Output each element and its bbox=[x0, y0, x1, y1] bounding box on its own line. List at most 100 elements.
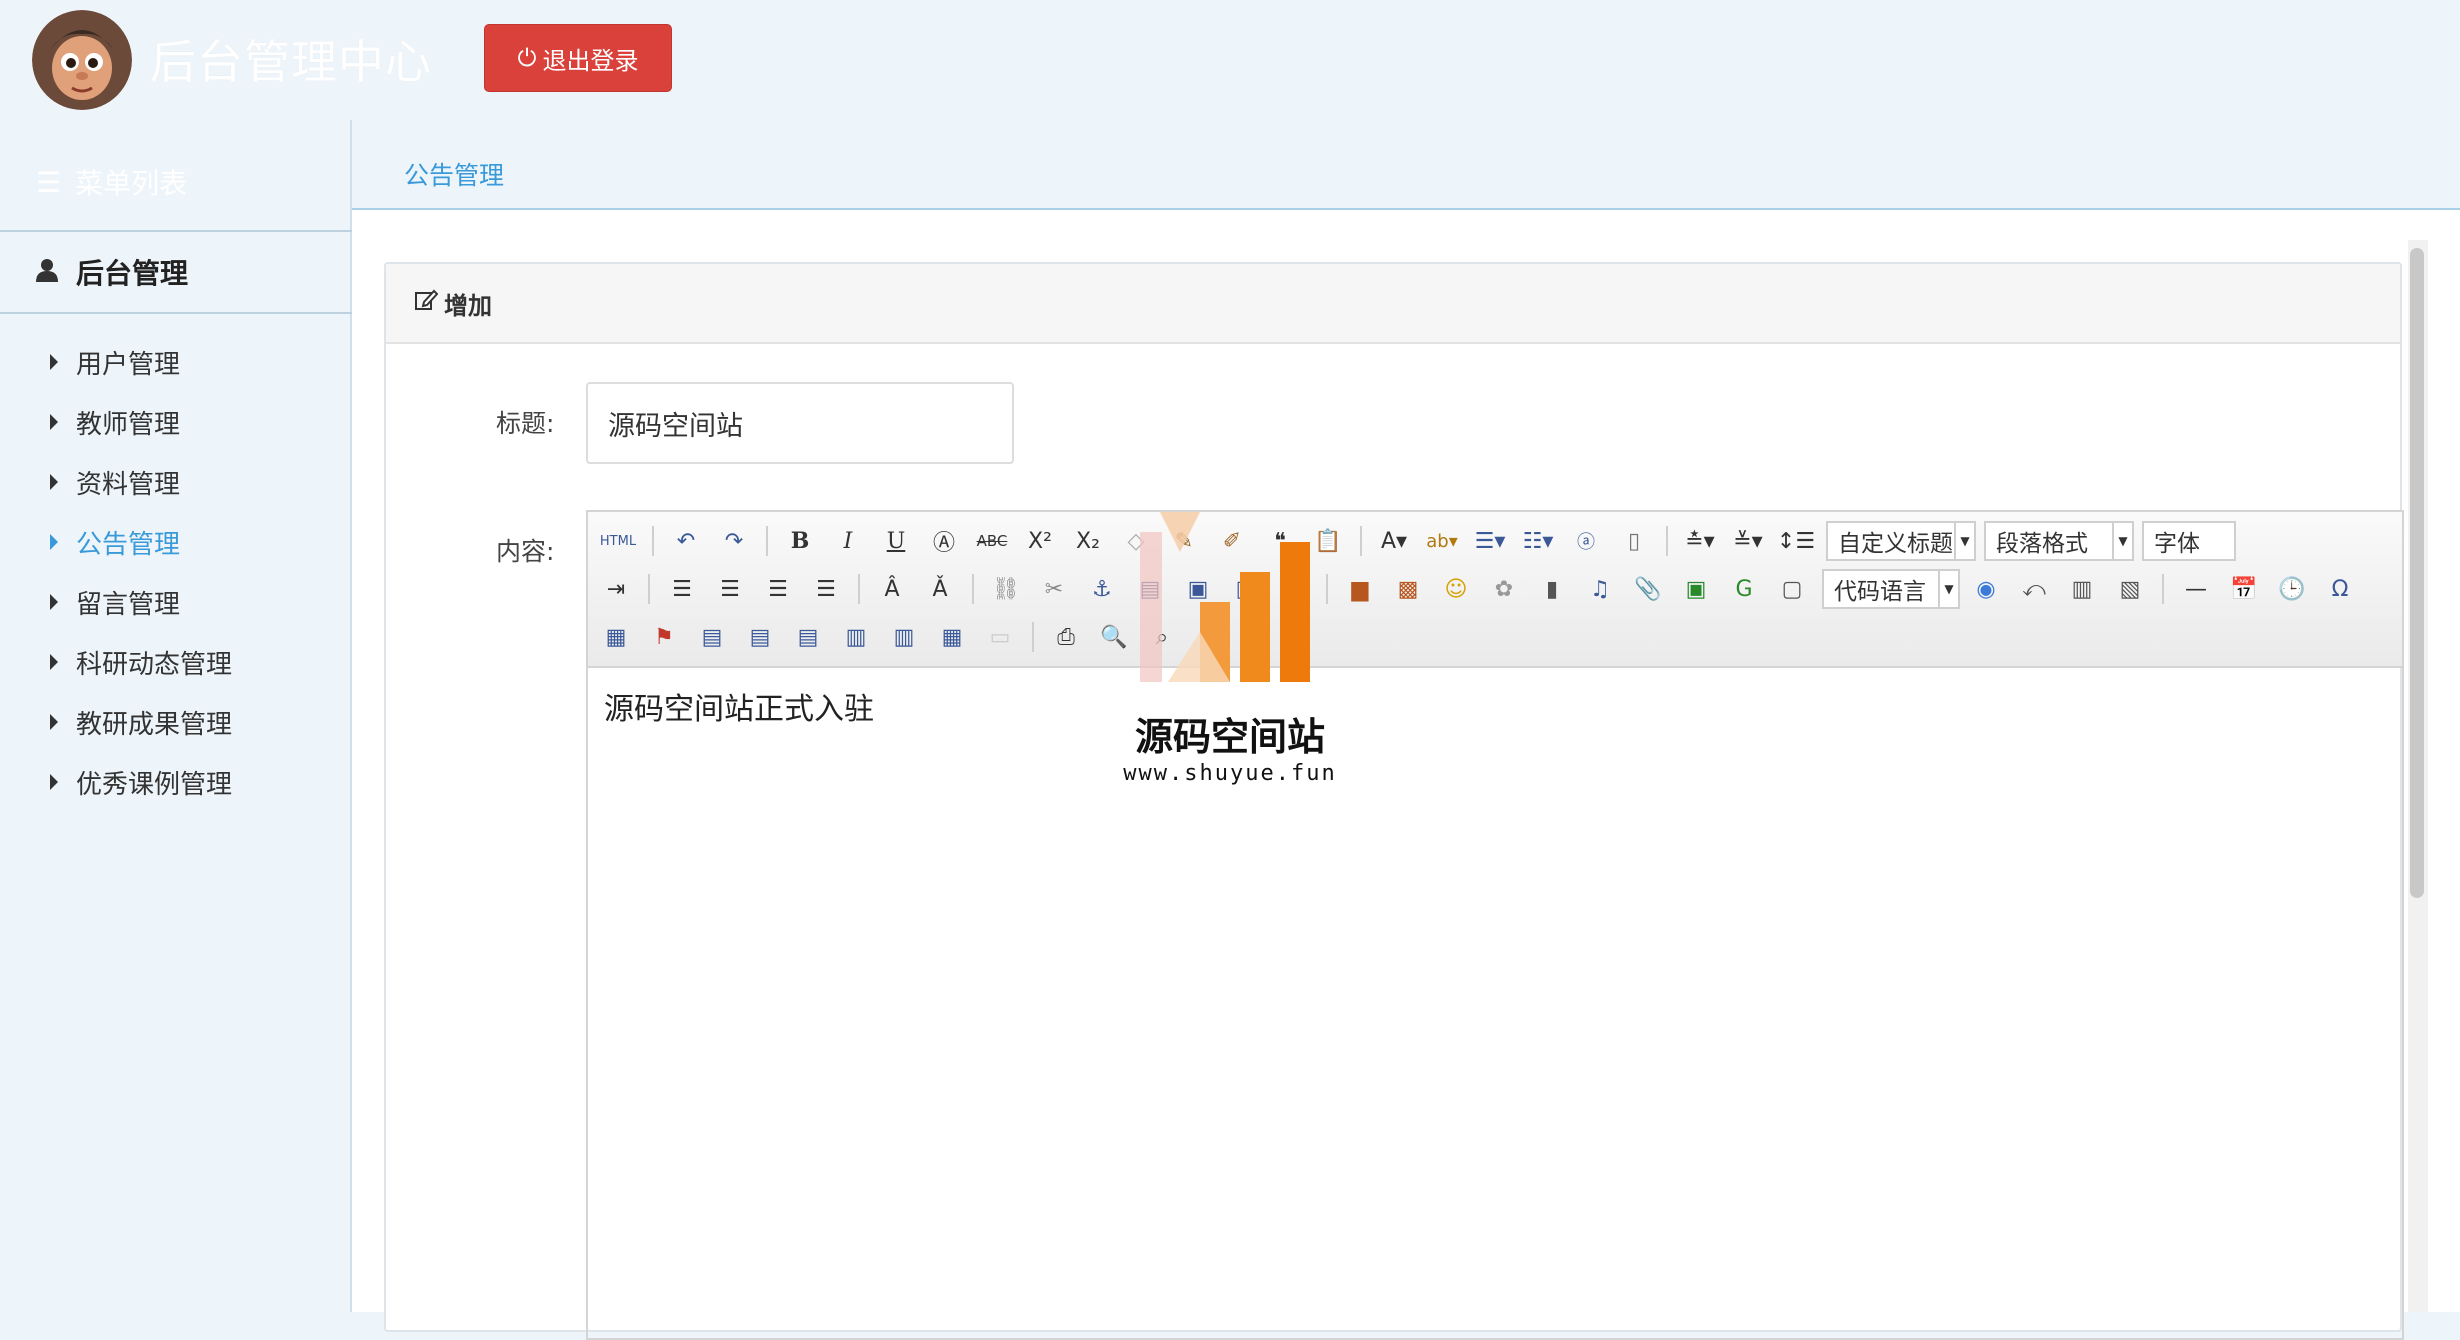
font-border-icon[interactable]: Ⓐ bbox=[922, 521, 966, 561]
sidebar-item-label: 优秀课例管理 bbox=[76, 769, 233, 800]
insert-row-icon[interactable]: ▤ bbox=[738, 617, 782, 657]
template-icon[interactable]: ▥ bbox=[2060, 569, 2104, 609]
link-icon[interactable]: ⛓ bbox=[984, 569, 1028, 609]
redo-icon[interactable]: ↷ bbox=[712, 521, 756, 561]
toolbar-separator bbox=[1360, 526, 1362, 556]
breadcrumb[interactable]: 公告管理 bbox=[404, 156, 504, 192]
sidebar-item-materials[interactable]: 资料管理 bbox=[0, 452, 352, 512]
content-label: 内容: bbox=[496, 537, 555, 566]
date-icon[interactable]: 📅 bbox=[2222, 569, 2266, 609]
insert-video-icon[interactable]: ▮ bbox=[1530, 569, 1574, 609]
font-color-icon[interactable]: A▾ bbox=[1372, 521, 1416, 561]
time-icon[interactable]: 🕒 bbox=[2270, 569, 2314, 609]
map-icon[interactable]: ▣ bbox=[1674, 569, 1718, 609]
add-panel: 增加 标题: 内容: HTML ↶ ↷ B I U Ⓐ ABC X² X bbox=[384, 262, 2404, 1340]
line-height-icon[interactable]: ↕☰ bbox=[1774, 521, 1818, 561]
code-language-select[interactable]: 代码语言 ▼ bbox=[1822, 569, 1960, 609]
sidebar-item-users[interactable]: 用户管理 bbox=[0, 332, 352, 392]
print-icon[interactable]: ⎙ bbox=[1044, 617, 1088, 657]
google-map-icon[interactable]: G bbox=[1722, 569, 1766, 609]
strikethrough-icon[interactable]: ABC bbox=[970, 521, 1014, 561]
scrollbar-thumb[interactable] bbox=[2410, 248, 2424, 898]
dropdown-arrow-icon: ▼ bbox=[1938, 571, 1958, 607]
sidebar-item-teachers[interactable]: 教师管理 bbox=[0, 392, 352, 452]
row-spacing-bottom-icon[interactable]: ≚▾ bbox=[1726, 521, 1770, 561]
font-family-select[interactable]: 字体 bbox=[2142, 521, 2236, 561]
unlink-icon[interactable]: ✂ bbox=[1032, 569, 1076, 609]
ordered-list-icon[interactable]: ☰▾ bbox=[1468, 521, 1512, 561]
sidebar-item-messages[interactable]: 留言管理 bbox=[0, 572, 352, 632]
align-justify-icon[interactable]: ☰ bbox=[804, 569, 848, 609]
toolbar-separator bbox=[1032, 622, 1034, 652]
clear-doc-icon[interactable]: ▯ bbox=[1612, 521, 1656, 561]
music-icon[interactable]: ♫ bbox=[1578, 569, 1622, 609]
horizontal-rule-icon[interactable]: — bbox=[2174, 569, 2218, 609]
superscript-icon[interactable]: X² bbox=[1018, 521, 1062, 561]
align-center-icon[interactable]: ☰ bbox=[708, 569, 752, 609]
insert-para-before-table-icon[interactable]: ▤ bbox=[690, 617, 734, 657]
sidebar-item-research-news[interactable]: 科研动态管理 bbox=[0, 632, 352, 692]
emotion-icon[interactable]: ☺ bbox=[1434, 569, 1478, 609]
logout-button[interactable]: ⏻ 退出登录 bbox=[484, 24, 672, 92]
toolbar-separator bbox=[766, 526, 768, 556]
undo-icon[interactable]: ↶ bbox=[664, 521, 708, 561]
scrawl-icon[interactable]: ✿ bbox=[1482, 569, 1526, 609]
caret-right-icon bbox=[50, 594, 58, 610]
insert-col-icon[interactable]: ▥ bbox=[834, 617, 878, 657]
avatar bbox=[32, 10, 132, 110]
background-color-icon[interactable]: ab▾ bbox=[1420, 521, 1464, 561]
insert-image-icon[interactable]: ▩ bbox=[1386, 569, 1430, 609]
dropdown-arrow-icon: ▼ bbox=[2112, 523, 2132, 559]
subscript-icon[interactable]: X₂ bbox=[1066, 521, 1110, 561]
custom-title-select[interactable]: 自定义标题 ▼ bbox=[1826, 521, 1976, 561]
editor-toolbar: HTML ↶ ↷ B I U Ⓐ ABC X² X₂ ◇ ✎ ✐ ❝ 📋 bbox=[588, 512, 2402, 668]
unordered-list-icon[interactable]: ☷▾ bbox=[1516, 521, 1560, 561]
watermark-title: 源码空间站 bbox=[1134, 715, 1325, 759]
sidebar-item-research-results[interactable]: 教研成果管理 bbox=[0, 692, 352, 752]
select-all-icon[interactable]: ⓐ bbox=[1564, 521, 1608, 561]
dropdown-arrow-icon: ▼ bbox=[1954, 523, 1974, 559]
merge-cells-icon[interactable]: ▦ bbox=[930, 617, 974, 657]
html-source-button[interactable]: HTML bbox=[594, 521, 642, 561]
menu-list-toggle[interactable]: ☰ 菜单列表 bbox=[36, 162, 187, 202]
vertical-scrollbar[interactable] bbox=[2408, 240, 2428, 1312]
divider bbox=[0, 312, 352, 314]
custom-title-select-value: 自定义标题 bbox=[1838, 531, 1953, 557]
indent-icon[interactable]: ⇥ bbox=[594, 569, 638, 609]
underline-icon[interactable]: U bbox=[874, 521, 918, 561]
sidebar-group-title: 后台管理 bbox=[76, 257, 189, 290]
lowercase-icon[interactable]: Ǎ bbox=[918, 569, 962, 609]
editor-content[interactable]: 源码空间站正式入驻 bbox=[588, 668, 2402, 744]
special-chars-icon[interactable]: Ω bbox=[2318, 569, 2362, 609]
web-icon[interactable]: ◉ bbox=[1964, 569, 2008, 609]
align-left-icon[interactable]: ☰ bbox=[660, 569, 704, 609]
toolbar-separator bbox=[972, 574, 974, 604]
row-spacing-top-icon[interactable]: ≛▾ bbox=[1678, 521, 1722, 561]
main-content: 增加 标题: 内容: HTML ↶ ↷ B I U Ⓐ ABC X² X bbox=[352, 210, 2460, 1340]
delete-row-icon[interactable]: ▤ bbox=[786, 617, 830, 657]
sidebar-group-header[interactable]: 后台管理 bbox=[36, 252, 188, 292]
page-break-icon[interactable]: ⤺ bbox=[2012, 569, 2056, 609]
bold-icon[interactable]: B bbox=[778, 521, 822, 561]
uppercase-icon[interactable]: Â bbox=[870, 569, 914, 609]
insert-frame-icon[interactable]: ▢ bbox=[1770, 569, 1814, 609]
sidebar-item-announcements[interactable]: 公告管理 bbox=[0, 512, 352, 572]
paragraph-format-select[interactable]: 段落格式 ▼ bbox=[1984, 521, 2134, 561]
align-right-icon[interactable]: ☰ bbox=[756, 569, 800, 609]
sidebar-item-label: 资料管理 bbox=[76, 469, 181, 500]
rich-text-editor[interactable]: HTML ↶ ↷ B I U Ⓐ ABC X² X₂ ◇ ✎ ✐ ❝ 📋 bbox=[586, 510, 2404, 1340]
background-icon[interactable]: ▧ bbox=[2108, 569, 2152, 609]
watermark-url: www.shuyue.fun bbox=[1123, 761, 1337, 786]
sidebar-item-label: 留言管理 bbox=[76, 589, 181, 620]
divider bbox=[0, 230, 352, 232]
attachment-icon[interactable]: 📎 bbox=[1626, 569, 1670, 609]
caret-right-icon bbox=[50, 654, 58, 670]
title-input[interactable] bbox=[586, 382, 1014, 464]
insert-table-icon[interactable]: ▦ bbox=[594, 617, 638, 657]
split-cells-icon[interactable]: ▭ bbox=[978, 617, 1022, 657]
italic-icon[interactable]: I bbox=[826, 521, 870, 561]
sidebar-item-label: 科研动态管理 bbox=[76, 649, 233, 680]
delete-col-icon[interactable]: ▥ bbox=[882, 617, 926, 657]
sidebar-item-lesson-cases[interactable]: 优秀课例管理 bbox=[0, 752, 352, 812]
delete-table-icon[interactable]: ⚑ bbox=[642, 617, 686, 657]
